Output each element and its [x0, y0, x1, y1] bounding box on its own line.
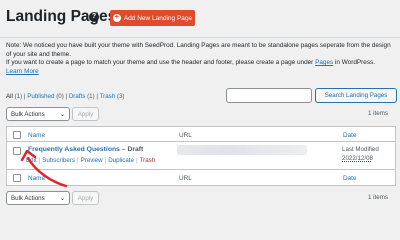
view-drafts[interactable]: Drafts (1) [69, 93, 95, 100]
search-input[interactable] [226, 88, 312, 103]
search-landing-pages-button[interactable]: Search Landing Pages [315, 88, 397, 103]
row-action-trash[interactable]: Trash [140, 157, 156, 164]
items-count-top: 1 items [368, 110, 388, 117]
view-published[interactable]: Published (0) [27, 93, 63, 100]
date-value: 2022/12/08 [342, 155, 373, 162]
theme-notice: Note: We noticed you have built your the… [6, 42, 396, 76]
notice-line-1: Note: We noticed you have built your the… [6, 42, 391, 58]
pages-link[interactable]: Pages [315, 59, 333, 66]
column-url-footer: URL [179, 175, 192, 182]
view-trash[interactable]: Trash (3) [100, 93, 125, 100]
bulk-actions-select-bottom[interactable]: Bulk Actions ⌄ [6, 191, 70, 205]
apply-button-top[interactable]: Apply [72, 107, 99, 121]
page-title: Landing Pages [6, 8, 117, 25]
add-new-landing-page-button[interactable]: + Add New Landing Page [110, 10, 195, 26]
row-action-duplicate[interactable]: Duplicate [108, 157, 134, 164]
row-state: – Draft [121, 146, 144, 153]
apply-button-bottom[interactable]: Apply [72, 191, 99, 205]
notice-line-2: If you want to create a page to match yo… [6, 59, 376, 67]
items-count-bottom: 1 items [368, 194, 388, 201]
plus-circle-icon: + [112, 14, 121, 22]
chevron-down-icon: ⌄ [59, 112, 65, 118]
bulk-actions-select-top[interactable]: Bulk Actions ⌄ [6, 107, 70, 121]
question-circle-icon[interactable]: ? [89, 12, 99, 22]
curved-arrow-icon [20, 149, 68, 188]
status-views: All (1) | Published (0) | Drafts (1) | T… [6, 93, 125, 100]
date-label: Last Modified [342, 146, 379, 153]
column-url: URL [179, 132, 192, 139]
url-blurred [177, 145, 307, 155]
chevron-down-icon: ⌄ [59, 196, 65, 202]
learn-more-link[interactable]: Learn More [6, 68, 39, 75]
add-button-label: Add New Landing Page [123, 14, 193, 22]
row-action-preview[interactable]: Preview [81, 157, 103, 164]
column-date-footer[interactable]: Date [343, 175, 357, 182]
header-divider [0, 37, 400, 38]
column-date[interactable]: Date [343, 132, 357, 139]
view-all[interactable]: All (1) [6, 93, 22, 100]
